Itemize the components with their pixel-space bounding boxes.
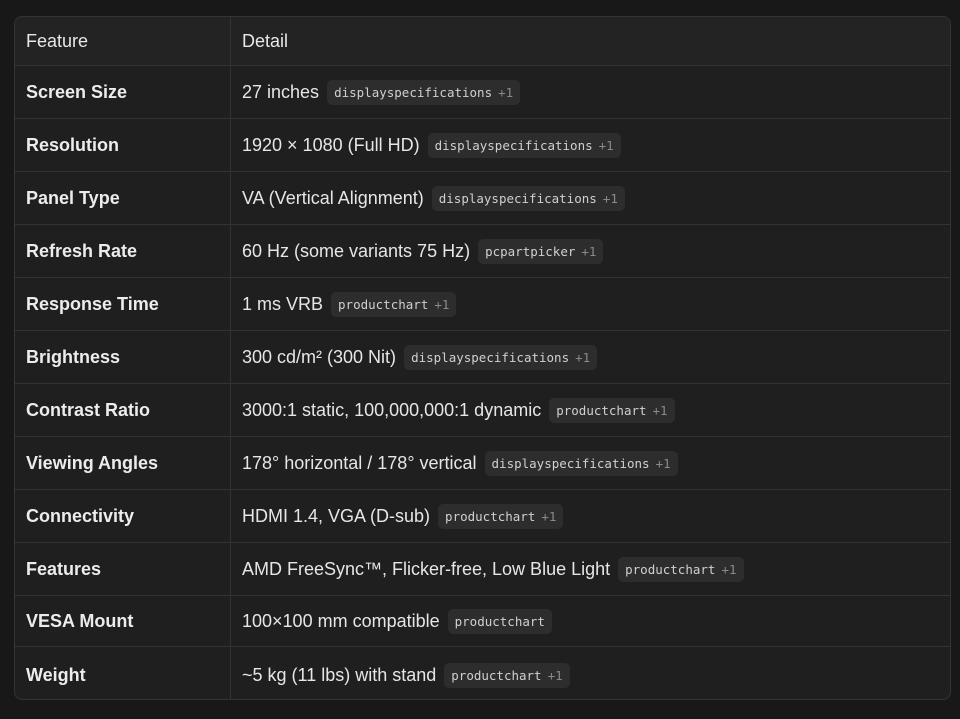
- source-name: displayspecifications: [491, 455, 650, 471]
- detail-text: VA (Vertical Alignment): [242, 187, 424, 208]
- feature-label: Weight: [15, 647, 231, 699]
- table-row: Response Time 1 ms VRB productchart +1: [15, 278, 950, 331]
- source-name: productchart: [445, 508, 536, 524]
- table-row: Contrast Ratio 3000:1 static, 100,000,00…: [15, 384, 950, 437]
- table-row: Refresh Rate 60 Hz (some variants 75 Hz)…: [15, 225, 950, 278]
- source-count: +1: [598, 137, 614, 153]
- source-badge[interactable]: displayspecifications +1: [427, 132, 621, 158]
- header-feature: Feature: [15, 17, 231, 65]
- source-badge[interactable]: productchart +1: [549, 397, 675, 423]
- detail-text: 300 cd/m² (300 Nit): [242, 346, 397, 367]
- source-name: productchart: [451, 667, 542, 683]
- header-detail: Detail: [242, 30, 289, 51]
- source-name: displayspecifications: [438, 190, 597, 206]
- source-badge[interactable]: productchart +1: [618, 556, 744, 582]
- detail-cell: 1920 × 1080 (Full HD) displayspecificati…: [231, 119, 950, 171]
- detail-cell: 27 inches displayspecifications +1: [231, 66, 950, 118]
- detail-cell: AMD FreeSync™, Flicker-free, Low Blue Li…: [231, 543, 950, 595]
- source-count: +1: [652, 402, 668, 418]
- feature-label: Connectivity: [15, 490, 231, 542]
- detail-cell: 300 cd/m² (300 Nit) displayspecification…: [231, 331, 950, 383]
- detail-text: 3000:1 static, 100,000,000:1 dynamic: [242, 399, 542, 420]
- table-row: Weight ~5 kg (11 lbs) with stand product…: [15, 647, 950, 699]
- detail-cell: 100×100 mm compatible productchart: [231, 596, 950, 646]
- source-count: +1: [434, 296, 450, 312]
- source-badge[interactable]: productchart +1: [331, 291, 457, 317]
- table-row: Viewing Angles 178° horizontal / 178° ve…: [15, 437, 950, 490]
- source-count: +1: [655, 455, 671, 471]
- source-name: productchart: [556, 402, 647, 418]
- source-name: displayspecifications: [434, 137, 593, 153]
- detail-cell: 3000:1 static, 100,000,000:1 dynamic pro…: [231, 384, 950, 436]
- detail-text: 27 inches: [242, 81, 320, 102]
- table-row: Panel Type VA (Vertical Alignment) displ…: [15, 172, 950, 225]
- source-badge[interactable]: pcpartpicker +1: [478, 238, 604, 264]
- source-count: +1: [602, 190, 618, 206]
- source-badge[interactable]: productchart: [447, 608, 552, 634]
- table-row: Connectivity HDMI 1.4, VGA (D-sub) produ…: [15, 490, 950, 543]
- table-row: Screen Size 27 inches displayspecificati…: [15, 66, 950, 119]
- source-name: pcpartpicker: [485, 243, 576, 259]
- table-row: VESA Mount 100×100 mm compatible product…: [15, 596, 950, 647]
- source-name: productchart: [338, 296, 429, 312]
- feature-label: VESA Mount: [15, 596, 231, 646]
- detail-text: 60 Hz (some variants 75 Hz): [242, 240, 471, 261]
- spec-table: Feature Detail Screen Size 27 inches dis…: [14, 16, 951, 700]
- source-count: +1: [541, 508, 557, 524]
- detail-text: 1920 × 1080 (Full HD): [242, 134, 420, 155]
- source-name: productchart: [454, 613, 545, 629]
- source-badge[interactable]: displayspecifications +1: [404, 344, 598, 370]
- detail-text: 100×100 mm compatible: [242, 610, 440, 631]
- detail-cell: ~5 kg (11 lbs) with stand productchart +1: [231, 647, 950, 699]
- feature-label: Resolution: [15, 119, 231, 171]
- table-row: Brightness 300 cd/m² (300 Nit) displaysp…: [15, 331, 950, 384]
- feature-label: Response Time: [15, 278, 231, 330]
- source-badge[interactable]: displayspecifications +1: [484, 450, 678, 476]
- source-badge[interactable]: productchart +1: [438, 503, 564, 529]
- table-row: Features AMD FreeSync™, Flicker-free, Lo…: [15, 543, 950, 596]
- source-count: +1: [721, 561, 737, 577]
- source-count: +1: [547, 667, 563, 683]
- source-count: +1: [581, 243, 597, 259]
- detail-text: 178° horizontal / 178° vertical: [242, 452, 477, 473]
- detail-cell: HDMI 1.4, VGA (D-sub) productchart +1: [231, 490, 950, 542]
- feature-label: Features: [15, 543, 231, 595]
- source-name: productchart: [625, 561, 716, 577]
- detail-text: ~5 kg (11 lbs) with stand: [242, 664, 437, 685]
- feature-label: Screen Size: [15, 66, 231, 118]
- detail-cell: 178° horizontal / 178° vertical displays…: [231, 437, 950, 489]
- source-count: +1: [575, 349, 591, 365]
- feature-label: Panel Type: [15, 172, 231, 224]
- table-row: Resolution 1920 × 1080 (Full HD) display…: [15, 119, 950, 172]
- detail-text: AMD FreeSync™, Flicker-free, Low Blue Li…: [242, 558, 611, 579]
- table-header-row: Feature Detail: [15, 17, 950, 66]
- feature-label: Viewing Angles: [15, 437, 231, 489]
- detail-cell: 60 Hz (some variants 75 Hz) pcpartpicker…: [231, 225, 950, 277]
- feature-label: Contrast Ratio: [15, 384, 231, 436]
- detail-cell: 1 ms VRB productchart +1: [231, 278, 950, 330]
- detail-text: 1 ms VRB: [242, 293, 324, 314]
- source-badge[interactable]: productchart +1: [444, 662, 570, 688]
- source-count: +1: [498, 84, 514, 100]
- feature-label: Refresh Rate: [15, 225, 231, 277]
- detail-text: HDMI 1.4, VGA (D-sub): [242, 505, 431, 526]
- detail-cell: VA (Vertical Alignment) displayspecifica…: [231, 172, 950, 224]
- source-name: displayspecifications: [411, 349, 570, 365]
- source-badge[interactable]: displayspecifications +1: [431, 185, 625, 211]
- feature-label: Brightness: [15, 331, 231, 383]
- source-badge[interactable]: displayspecifications +1: [327, 79, 521, 105]
- source-name: displayspecifications: [334, 84, 493, 100]
